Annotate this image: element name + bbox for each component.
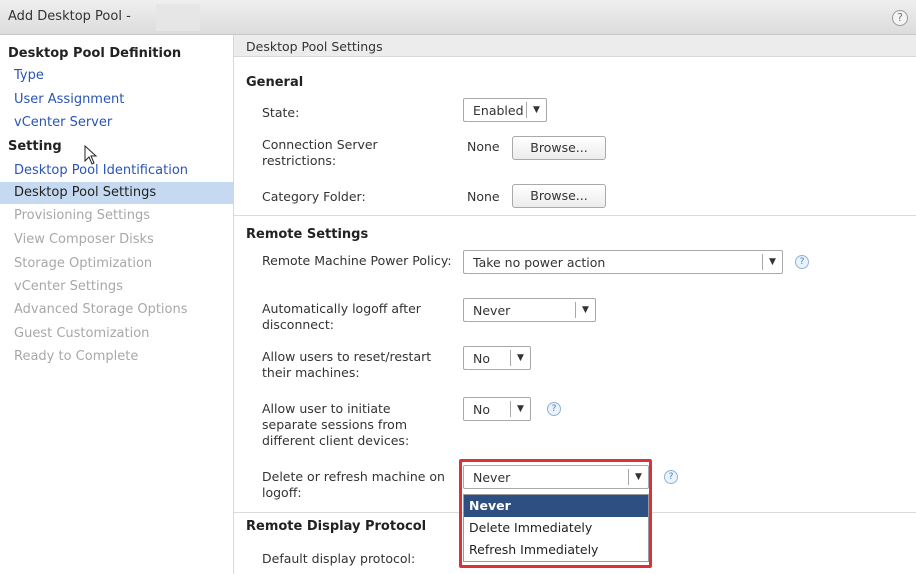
- sidebar-item-user-assignment[interactable]: User Assignment: [14, 89, 124, 111]
- sidebar-item-provisioning-settings: Provisioning Settings: [14, 208, 151, 223]
- power-policy-label: Remote Machine Power Policy:: [262, 253, 452, 268]
- sidebar-item-ready-to-complete: Ready to Complete: [14, 349, 139, 364]
- state-value: Enabled: [473, 103, 524, 118]
- window-title: Add Desktop Pool -: [8, 9, 131, 24]
- category-folder-label: Category Folder:: [262, 189, 366, 204]
- section-divider: [234, 215, 916, 216]
- delete-refresh-dropdown: Never Delete Immediately Refresh Immedia…: [463, 494, 649, 562]
- power-policy-value: Take no power action: [473, 255, 606, 270]
- sidebar-item-guest-customization: Guest Customization: [14, 326, 150, 341]
- display-protocol-section-title: Remote Display Protocol: [246, 519, 427, 534]
- sidebar-item-vcenter-settings: vCenter Settings: [14, 279, 123, 294]
- state-select[interactable]: Enabled ▼: [463, 98, 547, 122]
- separate-sessions-label: Allow user to initiate separate sessions…: [262, 401, 410, 448]
- sidebar-item-vcenter-server[interactable]: vCenter Server: [14, 112, 112, 134]
- window-titlebar: Add Desktop Pool - ?: [0, 0, 916, 35]
- connection-browse-button[interactable]: Browse...: [512, 136, 606, 160]
- help-icon[interactable]: ?: [892, 10, 908, 26]
- auto-logoff-value: Never: [473, 303, 511, 318]
- dropdown-option-delete-immediately[interactable]: Delete Immediately: [464, 517, 648, 539]
- sidebar-item-view-composer-disks: View Composer Disks: [14, 232, 154, 247]
- content-header-title: Desktop Pool Settings: [246, 39, 383, 54]
- category-folder-value: None: [467, 189, 500, 204]
- sidebar-item-pool-identification[interactable]: Desktop Pool Identification: [14, 160, 188, 182]
- chevron-down-icon: ▼: [526, 102, 546, 118]
- sidebar-item-type[interactable]: Type: [14, 65, 44, 87]
- separate-sessions-value: No: [473, 402, 490, 417]
- general-section-title: General: [246, 75, 304, 90]
- chevron-down-icon: ▼: [510, 401, 530, 417]
- sidebar-item-pool-settings[interactable]: Desktop Pool Settings: [0, 182, 234, 204]
- help-icon[interactable]: ?: [795, 255, 809, 269]
- state-label: State:: [262, 105, 300, 120]
- auto-logoff-label: Automatically logoff after disconnect:: [262, 301, 421, 332]
- redacted-pool-name: [156, 4, 200, 31]
- mouse-cursor-icon: [84, 145, 98, 165]
- connection-restrictions-label: Connection Server restrictions:: [262, 137, 378, 168]
- help-icon[interactable]: ?: [664, 470, 678, 484]
- auto-logoff-select[interactable]: Never ▼: [463, 298, 596, 322]
- sidebar-section-definition: Desktop Pool Definition: [8, 46, 182, 61]
- default-protocol-label: Default display protocol:: [262, 551, 416, 566]
- sidebar-item-advanced-storage: Advanced Storage Options: [14, 302, 188, 317]
- content-header: Desktop Pool Settings: [234, 35, 916, 57]
- power-policy-select[interactable]: Take no power action ▼: [463, 250, 783, 274]
- dropdown-option-refresh-immediately[interactable]: Refresh Immediately: [464, 539, 648, 561]
- remote-section-title: Remote Settings: [246, 227, 369, 242]
- sidebar-section-setting: Setting: [8, 139, 62, 154]
- chevron-down-icon: ▼: [575, 302, 595, 318]
- reset-restart-select[interactable]: No ▼: [463, 346, 531, 370]
- sidebar-item-storage-optimization: Storage Optimization: [14, 256, 153, 271]
- delete-refresh-value: Never: [473, 470, 511, 485]
- dropdown-option-never[interactable]: Never: [464, 495, 648, 517]
- chevron-down-icon: ▼: [628, 469, 648, 485]
- reset-restart-label: Allow users to reset/restart their machi…: [262, 349, 432, 380]
- category-browse-button[interactable]: Browse...: [512, 184, 606, 208]
- reset-restart-value: No: [473, 351, 490, 366]
- separate-sessions-select[interactable]: No ▼: [463, 397, 531, 421]
- help-icon[interactable]: ?: [547, 402, 561, 416]
- delete-refresh-label: Delete or refresh machine on logoff:: [262, 469, 445, 500]
- wizard-sidebar: Desktop Pool Definition Type User Assign…: [0, 35, 234, 574]
- chevron-down-icon: ▼: [762, 254, 782, 270]
- delete-refresh-select[interactable]: Never ▼: [463, 465, 649, 489]
- chevron-down-icon: ▼: [510, 350, 530, 366]
- connection-restrictions-value: None: [467, 139, 500, 154]
